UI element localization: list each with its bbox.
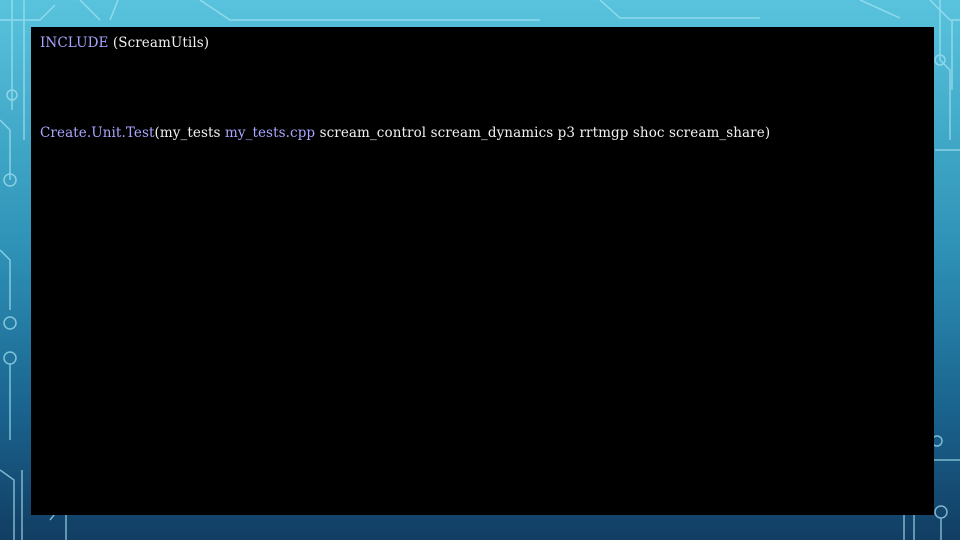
code-panel: INCLUDE (ScreamUtils) Create.Unit.Test(m… — [31, 27, 934, 515]
source-file-name: my_tests.cpp — [224, 125, 316, 141]
create-unit-test-dependencies: scream_control scream_dynamics p3 rrtmgp… — [315, 125, 771, 141]
include-keyword: INCLUDE — [40, 35, 109, 51]
include-args: (ScreamUtils) — [108, 35, 210, 51]
code-line-create-unit-test: Create.Unit.Test(my_tests my_tests.cpp s… — [40, 125, 770, 141]
create-unit-test-open: (my_tests — [154, 125, 225, 141]
create-unit-test-function: Create.Unit.Test — [40, 125, 155, 141]
code-line-include: INCLUDE (ScreamUtils) — [40, 35, 209, 51]
